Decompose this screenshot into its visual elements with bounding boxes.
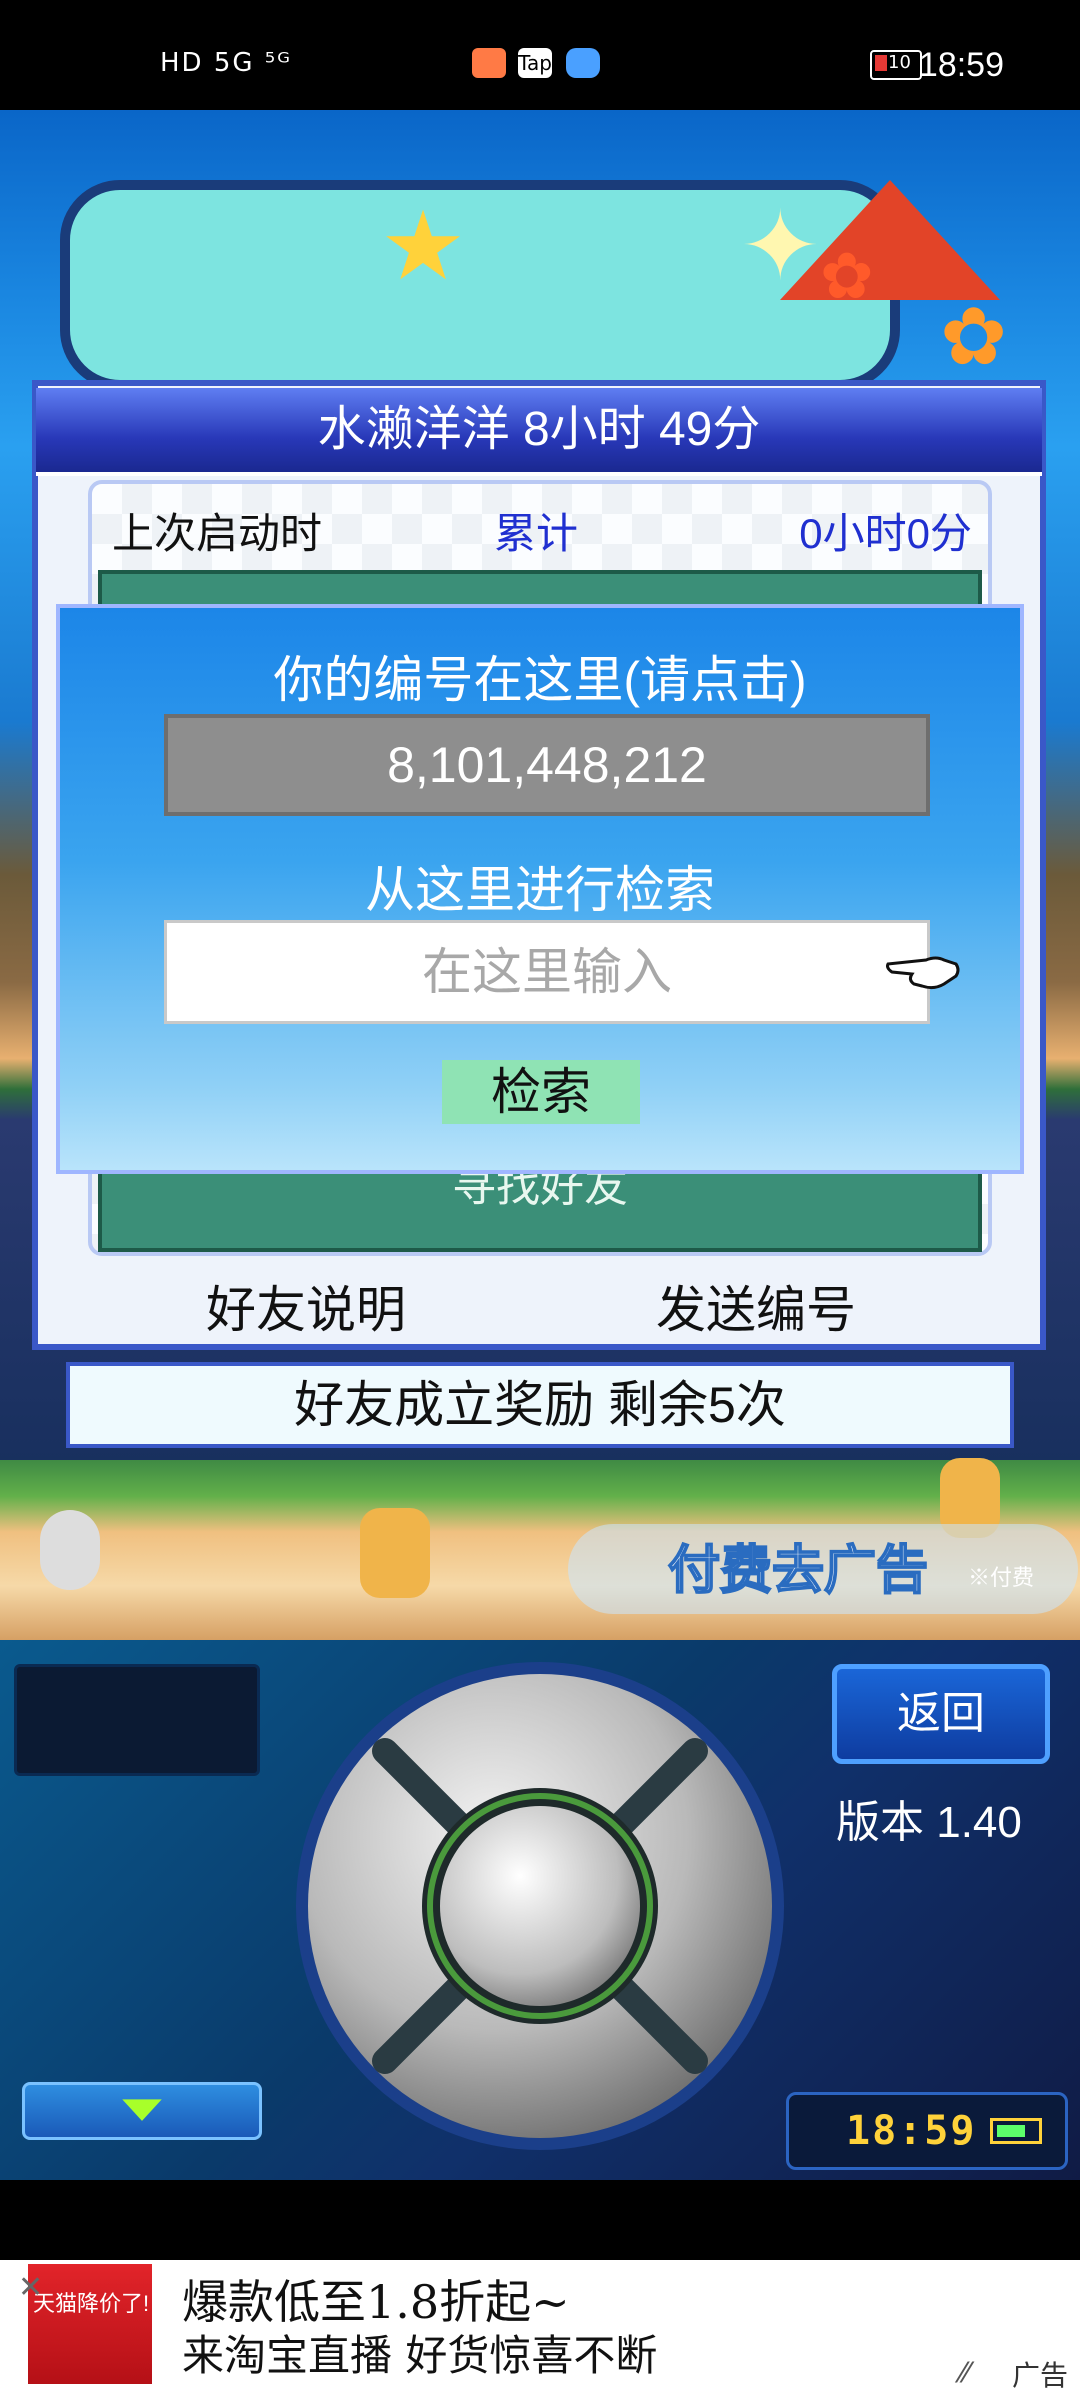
flower-icon-2: ✿ — [940, 290, 1008, 383]
status-bar: HD 5G ⁵ᴳ Tap 10 18:59 — [0, 0, 1080, 110]
tent-roof-icon — [780, 180, 1000, 300]
last-launch-label: 上次启动时 — [112, 510, 323, 557]
friend-explain-button[interactable]: 好友说明 — [206, 1270, 406, 1342]
flower-icon: ✿ — [820, 240, 874, 314]
panel-title: 水濑洋洋 8小时 49分 — [36, 388, 1042, 476]
game-battery-icon — [990, 2118, 1042, 2144]
send-id-button[interactable]: 发送编号 — [656, 1270, 856, 1342]
browser-icon — [566, 48, 600, 78]
search-prompt: 从这里进行检索 — [365, 862, 715, 918]
status-time: 18:59 — [918, 46, 1004, 84]
character-sprite — [40, 1510, 100, 1590]
friend-reward-bar: 好友成立奖励 剩余5次 — [66, 1362, 1014, 1448]
close-icon[interactable]: ✕ — [18, 2270, 43, 2305]
network-indicators: HD 5G ⁵ᴳ — [160, 48, 292, 78]
app-notification-icon — [472, 48, 506, 78]
spacer — [0, 2180, 1080, 2260]
ad-network-icon: ⁄⁄ — [960, 2356, 970, 2389]
search-button[interactable]: 检索 — [442, 1060, 640, 1124]
dialog-title: 你的编号在这里(请点击) — [273, 652, 807, 708]
scroll-down-button[interactable] — [22, 2082, 262, 2140]
bear-mascot-icon — [360, 1508, 430, 1598]
ad-label: 广告 — [1012, 2360, 1069, 2391]
star-icon: ★ — [380, 190, 467, 302]
ad-thumbnail-text: 天猫降价了! — [32, 2291, 150, 2316]
total-value: 0小时0分 — [799, 510, 972, 557]
game-clock: 18:59 — [846, 2108, 977, 2154]
version-label: 版本 1.40 — [836, 1798, 1022, 1847]
tap-icon: Tap — [518, 48, 552, 78]
total-label: 累计 — [494, 510, 579, 557]
info-screen — [14, 1664, 260, 1776]
back-button[interactable]: 返回 — [832, 1664, 1050, 1764]
your-id-field[interactable]: 8,101,448,212 — [164, 714, 930, 816]
remove-ads-label[interactable]: 付费去广告 — [667, 1528, 929, 1603]
battery-level: 10 — [888, 52, 911, 73]
battery-status-icon: 10 — [870, 50, 922, 80]
ad-subline[interactable]: 来淘宝直播 好货惊喜不断 — [182, 2322, 657, 2383]
pointing-hand-icon — [886, 956, 960, 990]
ad-thumbnail[interactable] — [28, 2264, 152, 2384]
search-input[interactable]: 在这里输入 — [164, 920, 930, 1024]
paid-note: ※付费 — [968, 1565, 1035, 1590]
dpad-control[interactable] — [290, 1656, 790, 2156]
